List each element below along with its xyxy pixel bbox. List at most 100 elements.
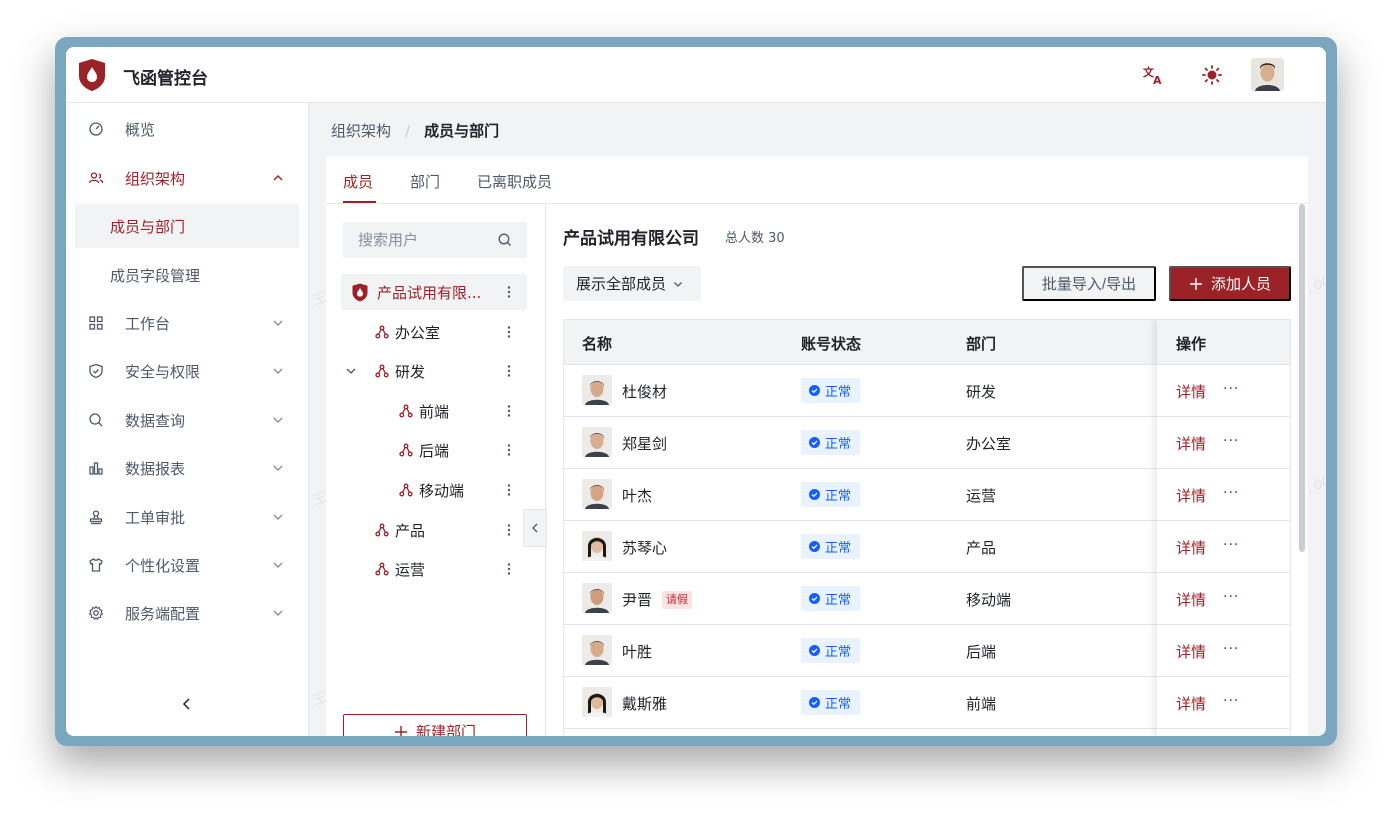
more-vertical-icon[interactable] bbox=[502, 523, 516, 537]
tab-resigned[interactable]: 已离职成员 bbox=[477, 171, 552, 192]
breadcrumb-separator: / bbox=[405, 121, 411, 140]
tree-node-product[interactable]: 产品 bbox=[341, 512, 527, 548]
operations-cell: 详情 ··· bbox=[1157, 417, 1290, 469]
org-node-icon bbox=[375, 562, 389, 576]
more-vertical-icon[interactable] bbox=[502, 562, 516, 576]
check-circle-icon bbox=[809, 645, 820, 656]
more-horizontal-icon[interactable]: ··· bbox=[1223, 537, 1239, 553]
more-vertical-icon[interactable] bbox=[502, 285, 516, 299]
stamp-icon bbox=[89, 510, 103, 525]
operations-cell: 详情 ··· bbox=[1157, 573, 1290, 625]
status-badge: 正常 bbox=[801, 690, 861, 715]
search-icon[interactable] bbox=[497, 232, 513, 248]
detail-link[interactable]: 详情 bbox=[1176, 641, 1206, 662]
detail-link[interactable]: 详情 bbox=[1176, 381, 1206, 402]
member-name[interactable]: 苏琴心 bbox=[622, 537, 667, 558]
bulk-import-export-button[interactable]: 批量导入/导出 bbox=[1022, 266, 1156, 301]
new-department-button[interactable]: 新建部门 bbox=[343, 714, 527, 736]
member-avatar bbox=[582, 427, 612, 457]
member-filter-dropdown[interactable]: 展示全部成员 bbox=[563, 266, 701, 301]
status-text: 正常 bbox=[825, 593, 852, 608]
chevron-down-icon[interactable] bbox=[344, 364, 358, 378]
add-member-button[interactable]: 添加人员 bbox=[1169, 266, 1291, 301]
detail-link[interactable]: 详情 bbox=[1176, 433, 1206, 454]
sidebar-item-label: 工单审批 bbox=[125, 508, 186, 527]
breadcrumb-parent[interactable]: 组织架构 bbox=[331, 120, 391, 141]
sidebar-item-personalize[interactable]: 个性化设置 bbox=[66, 543, 309, 587]
sidebar-item-approval[interactable]: 工单审批 bbox=[66, 495, 309, 539]
more-horizontal-icon[interactable]: ··· bbox=[1223, 433, 1239, 449]
top-header: 飞函管控台 文A bbox=[66, 47, 1326, 103]
theme-sun-icon[interactable] bbox=[1200, 63, 1224, 87]
member-name[interactable]: 郑星剑 bbox=[622, 433, 667, 454]
tree-node-mobile[interactable]: 移动端 bbox=[341, 472, 527, 508]
detail-link[interactable]: 详情 bbox=[1176, 485, 1206, 506]
more-horizontal-icon[interactable]: ··· bbox=[1223, 381, 1239, 397]
member-name[interactable]: 叶胜 bbox=[622, 641, 652, 662]
sidebar-item-org[interactable]: 组织架构 bbox=[66, 156, 309, 200]
plus-icon bbox=[1189, 277, 1202, 290]
member-name[interactable]: 叶杰 bbox=[622, 485, 652, 506]
tab-members[interactable]: 成员 bbox=[343, 171, 373, 192]
sidebar-subitem-fields[interactable]: 成员字段管理 bbox=[75, 253, 299, 297]
tree-node-label: 后端 bbox=[419, 442, 450, 460]
status-badge: 正常 bbox=[801, 638, 861, 663]
sidebar-item-overview[interactable]: 概览 bbox=[66, 107, 309, 151]
more-vertical-icon[interactable] bbox=[502, 443, 516, 457]
more-horizontal-icon[interactable]: ··· bbox=[1223, 485, 1239, 501]
operations-cell: 详情 ··· bbox=[1157, 469, 1290, 521]
users-icon bbox=[88, 172, 104, 184]
chevron-down-icon bbox=[674, 281, 682, 287]
chevron-left-icon bbox=[532, 523, 538, 533]
detail-link[interactable]: 详情 bbox=[1176, 589, 1206, 610]
sidebar-subitem-members[interactable]: 成员与部门 bbox=[75, 204, 299, 248]
tree-node-rnd[interactable]: 研发 bbox=[341, 353, 527, 389]
check-circle-icon bbox=[809, 593, 820, 604]
tab-departments[interactable]: 部门 bbox=[410, 171, 440, 192]
status-text: 正常 bbox=[825, 697, 852, 712]
sidebar-item-security[interactable]: 安全与权限 bbox=[66, 349, 309, 393]
collapse-sidebar-icon[interactable] bbox=[178, 695, 196, 713]
shield-icon bbox=[89, 363, 103, 379]
more-horizontal-icon[interactable]: ··· bbox=[1223, 693, 1239, 709]
column-header-ops: 操作 bbox=[1176, 335, 1207, 353]
sidebar-item-server-config[interactable]: 服务端配置 bbox=[66, 591, 309, 635]
tree-node-backend[interactable]: 后端 bbox=[341, 432, 527, 468]
more-horizontal-icon[interactable]: ··· bbox=[1223, 589, 1239, 605]
detail-link[interactable]: 详情 bbox=[1176, 537, 1206, 558]
more-vertical-icon[interactable] bbox=[502, 364, 516, 378]
search-input[interactable] bbox=[343, 222, 493, 258]
company-name: 产品试用有限公司 bbox=[563, 229, 699, 249]
member-name[interactable]: 尹晋 bbox=[622, 589, 652, 610]
check-circle-icon bbox=[809, 541, 820, 552]
leave-tag: 请假 bbox=[662, 591, 692, 609]
member-name[interactable]: 杜俊材 bbox=[622, 381, 667, 402]
sidebar-item-workbench[interactable]: 工作台 bbox=[66, 301, 309, 345]
user-avatar[interactable] bbox=[1251, 58, 1284, 91]
member-avatar bbox=[582, 583, 612, 613]
translate-icon[interactable]: 文A bbox=[1142, 63, 1166, 87]
search-icon bbox=[89, 413, 103, 427]
more-vertical-icon[interactable] bbox=[502, 325, 516, 339]
vertical-scrollbar[interactable] bbox=[1299, 204, 1305, 552]
bar-chart-icon bbox=[89, 462, 103, 475]
tree-node-operations[interactable]: 运营 bbox=[341, 551, 527, 587]
tree-node-company[interactable]: 产品试用有限... bbox=[341, 274, 527, 310]
chevron-down-icon bbox=[273, 368, 283, 374]
add-member-label: 添加人员 bbox=[1210, 276, 1271, 293]
tree-node-frontend[interactable]: 前端 bbox=[341, 393, 527, 429]
panel-collapse-handle[interactable] bbox=[523, 509, 547, 547]
operations-cell: 详情 ··· bbox=[1157, 677, 1290, 729]
more-vertical-icon[interactable] bbox=[502, 404, 516, 418]
sidebar-item-query[interactable]: 数据查询 bbox=[66, 398, 309, 442]
member-dept: 前端 bbox=[966, 695, 997, 713]
more-horizontal-icon[interactable]: ··· bbox=[1223, 641, 1239, 657]
sidebar-item-reports[interactable]: 数据报表 bbox=[66, 446, 309, 490]
detail-link[interactable]: 详情 bbox=[1176, 693, 1206, 714]
member-avatar bbox=[582, 687, 612, 717]
more-vertical-icon[interactable] bbox=[502, 483, 516, 497]
member-name[interactable]: 戴斯雅 bbox=[622, 693, 667, 714]
tree-node-office[interactable]: 办公室 bbox=[341, 314, 527, 350]
dashboard-gauge-icon bbox=[89, 122, 103, 136]
sidebar-item-label: 个性化设置 bbox=[125, 556, 201, 575]
